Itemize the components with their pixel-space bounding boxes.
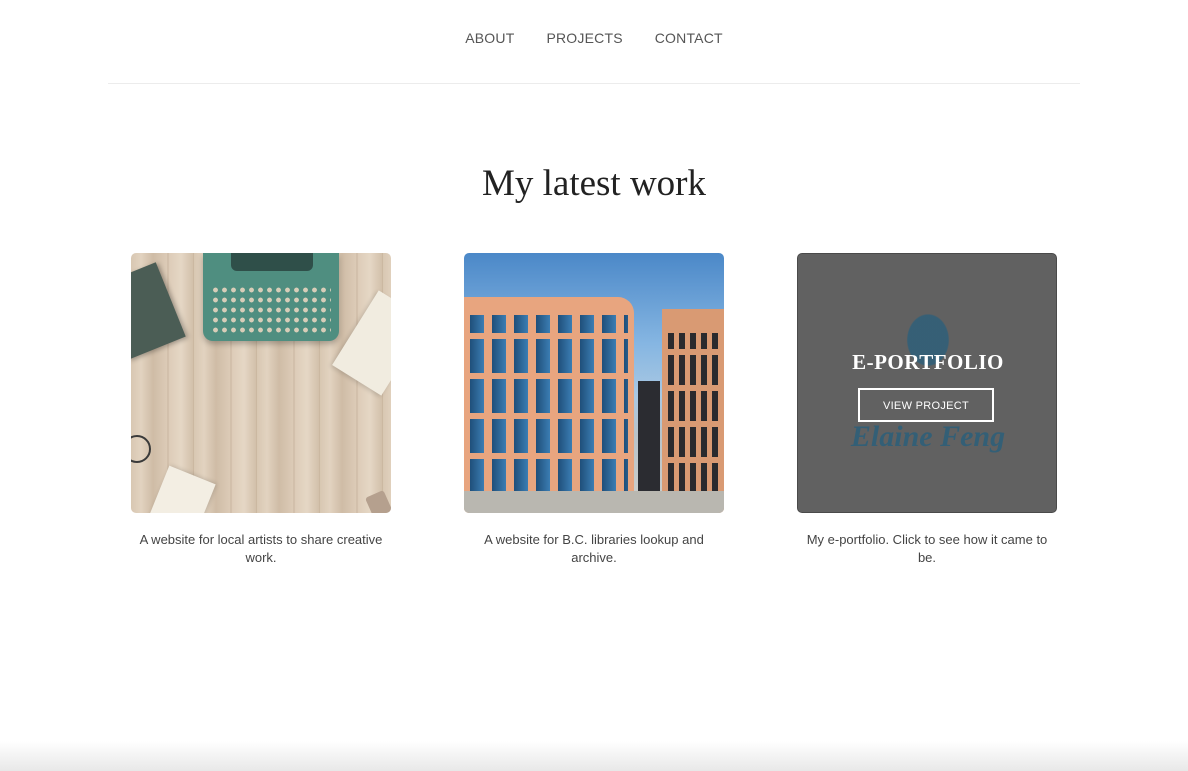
project-image-library[interactable] — [464, 253, 724, 513]
nav-link-contact[interactable]: CONTACT — [639, 30, 739, 46]
corner-object-shape — [364, 489, 391, 513]
view-project-button[interactable]: VIEW PROJECT — [858, 388, 994, 422]
project-caption: A website for B.C. libraries lookup and … — [484, 532, 704, 565]
plaza-shape — [464, 491, 724, 513]
logo-text: Elaine Feng — [850, 420, 1006, 453]
top-navigation: ABOUT PROJECTS CONTACT — [108, 0, 1080, 84]
project-card-artists[interactable]: A website for local artists to share cre… — [131, 253, 391, 567]
building-windows-shape — [668, 333, 718, 493]
nav-link-about[interactable]: ABOUT — [449, 30, 530, 46]
project-card-eportfolio[interactable]: Elaine Feng E-PORTFOLIO VIEW PROJECT My … — [797, 253, 1057, 567]
typewriter-keys-shape — [211, 285, 331, 333]
section-title: My latest work — [481, 163, 707, 204]
typewriter-top-shape — [231, 253, 313, 271]
glasses-shape — [131, 435, 151, 463]
nav-list: ABOUT PROJECTS CONTACT — [449, 30, 739, 46]
bottom-shade — [0, 741, 1188, 771]
project-image-typewriter[interactable] — [131, 253, 391, 513]
building-windows-shape — [470, 315, 628, 493]
nav-link-projects[interactable]: PROJECTS — [530, 30, 638, 46]
project-caption: My e-portfolio. Click to see how it came… — [806, 532, 1048, 565]
project-caption: A website for local artists to share cre… — [139, 532, 383, 565]
paper-shape — [148, 465, 216, 513]
overlay-title: E-PORTFOLIO — [852, 350, 1004, 374]
paper-shape — [332, 290, 391, 396]
portfolio-page: ABOUT PROJECTS CONTACT My latest work A … — [0, 0, 1188, 771]
project-card-libraries[interactable]: A website for B.C. libraries lookup and … — [464, 253, 724, 567]
book-shape — [131, 262, 186, 360]
project-image-eportfolio[interactable]: Elaine Feng E-PORTFOLIO VIEW PROJECT — [797, 253, 1057, 513]
